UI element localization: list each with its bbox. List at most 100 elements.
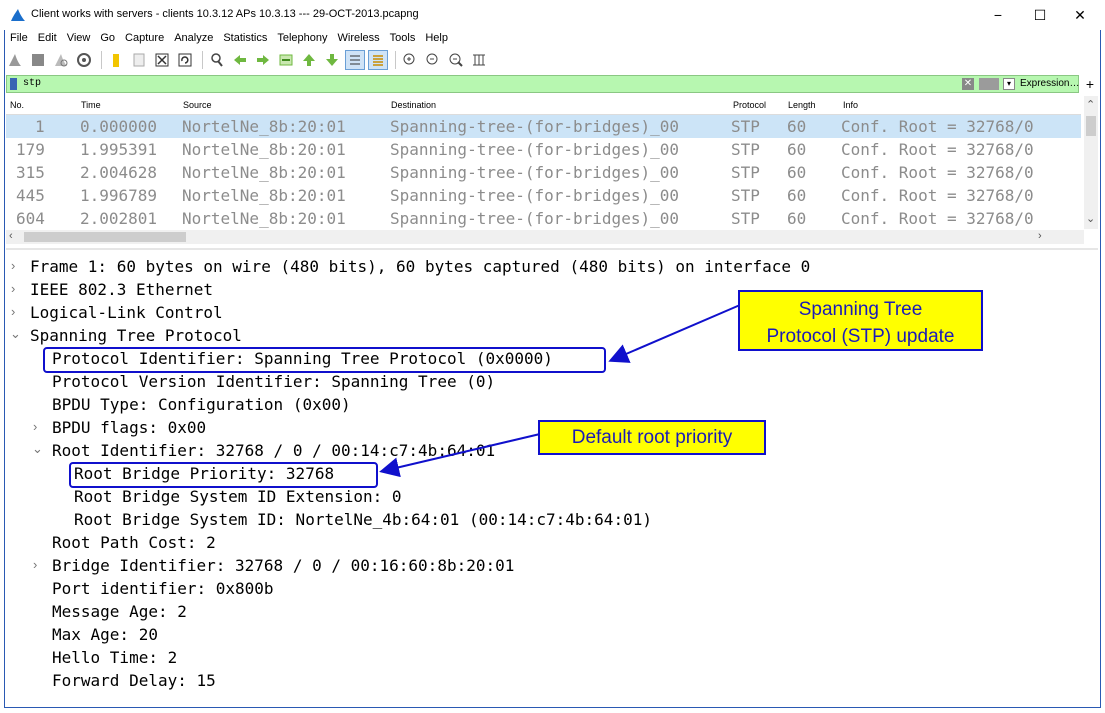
expand-arrow-icon[interactable]: › xyxy=(11,258,15,273)
hello-time-field[interactable]: Hello Time: 2 xyxy=(52,647,177,669)
bridge-identifier-tree-item[interactable]: Bridge Identifier: 32768 / 0 / 00:16:60:… xyxy=(52,555,514,577)
resize-columns-icon[interactable] xyxy=(469,50,489,70)
scroll-left-icon[interactable]: ‹ xyxy=(9,230,13,242)
column-length[interactable]: Length xyxy=(788,100,816,110)
packet-row[interactable]: 604 2.002801 NortelNe_8b:20:01 Spanning-… xyxy=(6,207,1081,230)
packet-time: 2.002801 xyxy=(80,209,158,228)
frame-tree-item[interactable]: Frame 1: 60 bytes on wire (480 bits), 60… xyxy=(30,256,810,278)
display-filter-bar[interactable]: stp ✕ ▾ Expression… xyxy=(6,75,1079,93)
display-filter-input[interactable]: stp xyxy=(23,78,41,89)
column-no[interactable]: No. xyxy=(10,100,24,110)
packet-time: 0.000000 xyxy=(80,117,158,136)
packet-row[interactable]: 1 0.000000 NortelNe_8b:20:01 Spanning-tr… xyxy=(6,115,1081,138)
go-to-packet-icon[interactable] xyxy=(276,50,296,70)
menu-view[interactable]: View xyxy=(62,30,96,46)
start-capture-icon[interactable] xyxy=(5,50,25,70)
menu-capture[interactable]: Capture xyxy=(120,30,169,46)
colorize-icon[interactable] xyxy=(368,50,388,70)
ethernet-tree-item[interactable]: IEEE 802.3 Ethernet xyxy=(30,279,213,301)
root-path-cost-field[interactable]: Root Path Cost: 2 xyxy=(52,532,216,554)
expand-arrow-icon[interactable]: › xyxy=(33,557,37,572)
go-forward-icon[interactable] xyxy=(253,50,273,70)
apply-filter-icon[interactable] xyxy=(979,78,999,90)
clear-filter-icon[interactable]: ✕ xyxy=(962,78,974,90)
bpdu-flags-tree-item[interactable]: BPDU flags: 0x00 xyxy=(52,417,206,439)
column-info[interactable]: Info xyxy=(843,100,858,110)
go-first-icon[interactable] xyxy=(299,50,319,70)
toolbar-separator xyxy=(101,51,102,69)
protocol-version-field[interactable]: Protocol Version Identifier: Spanning Tr… xyxy=(52,371,495,393)
menu-bar: File Edit View Go Capture Analyze Statis… xyxy=(5,30,453,46)
bookmark-icon[interactable] xyxy=(10,78,17,90)
expand-arrow-icon[interactable]: › xyxy=(11,304,15,319)
root-bridge-sysid-field[interactable]: Root Bridge System ID: NortelNe_4b:64:01… xyxy=(74,509,652,531)
packet-list-header: No. Time Source Destination Protocol Len… xyxy=(6,96,1081,115)
add-filter-button[interactable]: + xyxy=(1083,75,1097,93)
find-packet-icon[interactable] xyxy=(207,50,227,70)
column-protocol[interactable]: Protocol xyxy=(733,100,766,110)
stp-update-callout-line1: Spanning Tree xyxy=(798,299,923,320)
close-file-icon[interactable] xyxy=(152,50,172,70)
menu-tools[interactable]: Tools xyxy=(385,30,421,46)
packet-destination: Spanning-tree-(for-bridges)_00 xyxy=(390,209,679,228)
port-identifier-field[interactable]: Port identifier: 0x800b xyxy=(52,578,274,600)
menu-telephony[interactable]: Telephony xyxy=(272,30,332,46)
zoom-in-icon[interactable] xyxy=(400,50,420,70)
packet-length: 60 xyxy=(787,163,807,182)
zoom-normal-icon[interactable] xyxy=(446,50,466,70)
stp-tree-item[interactable]: Spanning Tree Protocol xyxy=(30,325,242,347)
reload-file-icon[interactable] xyxy=(175,50,195,70)
minimize-button[interactable]: − xyxy=(980,3,1016,27)
scroll-right-icon[interactable]: › xyxy=(1038,230,1042,242)
column-destination[interactable]: Destination xyxy=(391,100,436,110)
go-last-icon[interactable] xyxy=(322,50,342,70)
save-file-icon[interactable] xyxy=(129,50,149,70)
menu-analyze[interactable]: Analyze xyxy=(169,30,218,46)
scrollbar-thumb[interactable] xyxy=(1086,116,1096,136)
max-age-field[interactable]: Max Age: 20 xyxy=(52,624,158,646)
llc-tree-item[interactable]: Logical-Link Control xyxy=(30,302,223,324)
pane-splitter[interactable] xyxy=(6,248,1098,250)
menu-file[interactable]: File xyxy=(5,30,33,46)
go-back-icon[interactable] xyxy=(230,50,250,70)
root-identifier-tree-item[interactable]: Root Identifier: 32768 / 0 / 00:14:c7:4b… xyxy=(52,440,495,462)
scroll-up-icon[interactable]: ⌃ xyxy=(1086,98,1095,111)
packet-list-horizontal-scrollbar[interactable]: ‹ › xyxy=(6,230,1084,244)
packet-protocol: STP xyxy=(731,209,760,228)
menu-edit[interactable]: Edit xyxy=(33,30,62,46)
toolbar-separator xyxy=(202,51,203,69)
maximize-button[interactable]: ☐ xyxy=(1022,3,1058,27)
stop-capture-icon[interactable] xyxy=(28,50,48,70)
packet-info: Conf. Root = 32768/0 xyxy=(841,186,1034,205)
packet-no: 315 xyxy=(16,163,45,182)
packet-row[interactable]: 179 1.995391 NortelNe_8b:20:01 Spanning-… xyxy=(6,138,1081,161)
expand-arrow-icon[interactable]: › xyxy=(33,419,37,434)
collapse-arrow-icon[interactable]: ⌄ xyxy=(32,441,43,457)
expand-arrow-icon[interactable]: › xyxy=(11,281,15,296)
zoom-out-icon[interactable] xyxy=(423,50,443,70)
open-file-icon[interactable] xyxy=(106,50,126,70)
scroll-down-icon[interactable]: ⌄ xyxy=(1086,212,1095,225)
column-source[interactable]: Source xyxy=(183,100,212,110)
menu-wireless[interactable]: Wireless xyxy=(333,30,385,46)
bpdu-type-field[interactable]: BPDU Type: Configuration (0x00) xyxy=(52,394,351,416)
menu-help[interactable]: Help xyxy=(420,30,453,46)
menu-go[interactable]: Go xyxy=(95,30,120,46)
autoscroll-icon[interactable] xyxy=(345,50,365,70)
packet-row[interactable]: 315 2.004628 NortelNe_8b:20:01 Spanning-… xyxy=(6,161,1081,184)
message-age-field[interactable]: Message Age: 2 xyxy=(52,601,187,623)
packet-row[interactable]: 445 1.996789 NortelNe_8b:20:01 Spanning-… xyxy=(6,184,1081,207)
close-button[interactable]: ✕ xyxy=(1062,3,1098,27)
column-time[interactable]: Time xyxy=(81,100,101,110)
root-bridge-sysid-ext-field[interactable]: Root Bridge System ID Extension: 0 xyxy=(74,486,402,508)
restart-capture-icon[interactable] xyxy=(51,50,71,70)
scrollbar-thumb[interactable] xyxy=(24,232,186,242)
menu-statistics[interactable]: Statistics xyxy=(218,30,272,46)
capture-options-icon[interactable] xyxy=(74,50,94,70)
forward-delay-field[interactable]: Forward Delay: 15 xyxy=(52,670,216,692)
collapse-arrow-icon[interactable]: ⌄ xyxy=(10,326,21,342)
protocol-identifier-highlight xyxy=(43,347,606,373)
expression-button[interactable]: Expression… xyxy=(1020,78,1079,89)
packet-list-vertical-scrollbar[interactable]: ⌃ ⌄ xyxy=(1084,96,1098,229)
filter-history-dropdown[interactable]: ▾ xyxy=(1003,78,1015,90)
